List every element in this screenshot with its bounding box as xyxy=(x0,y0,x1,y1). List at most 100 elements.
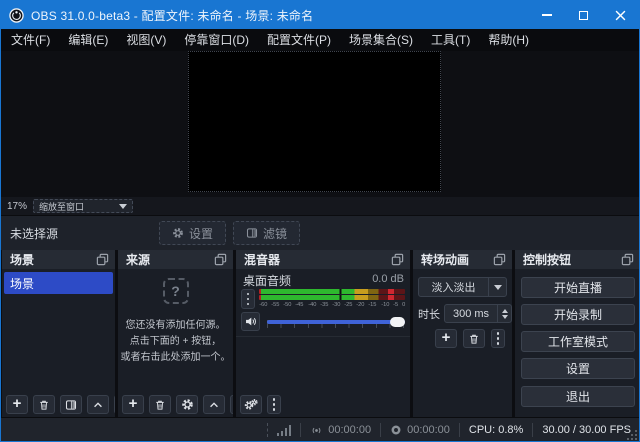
menu-item-docks[interactable]: 停靠窗口(D) xyxy=(175,29,258,51)
stream-timer: 00:00:00 xyxy=(328,424,371,436)
sources-empty-line: 或者右击此处添加一个。 xyxy=(118,350,233,366)
transitions-dock-header[interactable]: 转场动画 xyxy=(413,250,512,269)
menu-item-tools[interactable]: 工具(T) xyxy=(422,29,479,51)
resize-grip[interactable] xyxy=(627,430,637,440)
spin-up-icon[interactable] xyxy=(502,309,508,313)
zoom-mode-dropdown[interactable]: 缩放至窗口 xyxy=(33,199,133,213)
sources-toolbar: + xyxy=(118,394,233,415)
scene-list-item[interactable]: 场景 xyxy=(4,272,113,294)
plus-icon: + xyxy=(129,396,138,411)
preview-canvas[interactable] xyxy=(188,51,441,192)
duration-spinbox[interactable]: 300 ms xyxy=(444,304,512,323)
volume-slider[interactable] xyxy=(267,312,405,331)
audio-source-name: 桌面音频 xyxy=(243,272,291,289)
menu-item-scene-collection[interactable]: 场景集合(S) xyxy=(340,29,422,51)
exit-label: 退出 xyxy=(566,388,590,405)
source-properties-button[interactable]: 设置 xyxy=(159,221,226,245)
transition-properties-button[interactable] xyxy=(491,329,505,348)
add-scene-button[interactable]: + xyxy=(6,395,28,414)
menu-item-file[interactable]: 文件(F) xyxy=(2,29,59,51)
add-source-button[interactable]: + xyxy=(122,395,144,414)
maximize-button[interactable] xyxy=(565,1,602,29)
mute-button[interactable] xyxy=(241,312,260,331)
source-filters-button[interactable]: 滤镜 xyxy=(233,221,300,245)
chevron-down-icon xyxy=(119,204,127,209)
transition-select[interactable]: 淡入淡出 xyxy=(418,277,507,297)
source-properties-toolbar-button[interactable] xyxy=(176,395,198,414)
statusbar-divider xyxy=(380,423,381,437)
start-streaming-button[interactable]: 开始直播 xyxy=(521,277,635,298)
popout-icon[interactable] xyxy=(621,253,634,266)
remove-source-button[interactable] xyxy=(149,395,171,414)
sources-empty-line: 您还没有添加任何源。 xyxy=(118,318,233,334)
statusbar-divider xyxy=(459,423,460,437)
cpu-usage: CPU: 0.8% xyxy=(469,424,523,436)
fps-indicator: 30.00 / 30.00 FPS xyxy=(542,424,631,436)
gear-icon xyxy=(181,398,194,411)
chevron-up-icon xyxy=(208,399,220,411)
popout-icon[interactable] xyxy=(391,253,404,266)
kebab-menu-icon xyxy=(497,332,500,345)
window-title: OBS 31.0.0-beta3 - 配置文件: 未命名 - 场景: 未命名 xyxy=(31,7,313,24)
trash-icon xyxy=(154,399,166,411)
start-recording-label: 开始录制 xyxy=(554,306,602,323)
remove-scene-button[interactable] xyxy=(33,395,55,414)
remove-transition-button[interactable] xyxy=(463,329,485,348)
settings-label: 设置 xyxy=(566,360,590,377)
transition-selected-value: 淡入淡出 xyxy=(419,279,488,295)
connection-signal-icon xyxy=(277,425,292,436)
mixer-toolbar xyxy=(236,394,410,415)
settings-button[interactable]: 设置 xyxy=(521,358,635,379)
volume-meter-bar-right xyxy=(259,295,405,300)
volume-meter-scale: -60-55-50-45-40-35-30-25-20-15-10-50 xyxy=(259,301,405,309)
scene-transitions-dock: 转场动画 淡入淡出 时长 300 ms xyxy=(413,250,512,417)
popout-icon[interactable] xyxy=(96,253,109,266)
popout-icon[interactable] xyxy=(214,253,227,266)
menu-bar: 文件(F) 编辑(E) 视图(V) 停靠窗口(D) 配置文件(P) 场景集合(S… xyxy=(1,29,639,51)
mixer-more-button[interactable] xyxy=(267,395,281,414)
zoom-bar: 17% 缩放至窗口 xyxy=(1,197,639,215)
slider-handle[interactable] xyxy=(390,317,405,327)
scenes-dock: 场景 场景 + xyxy=(2,250,115,417)
scenes-more-button[interactable] xyxy=(114,395,115,414)
transitions-toolbar: + xyxy=(435,329,505,348)
menu-item-view[interactable]: 视图(V) xyxy=(117,29,175,51)
scene-filters-button[interactable] xyxy=(60,395,82,414)
menu-item-help[interactable]: 帮助(H) xyxy=(479,29,538,51)
start-recording-button[interactable]: 开始录制 xyxy=(521,304,635,325)
advanced-audio-button[interactable] xyxy=(240,395,262,414)
exit-button[interactable]: 退出 xyxy=(521,386,635,407)
speaker-icon xyxy=(244,315,257,328)
mixer-channel-menu-button[interactable] xyxy=(241,289,255,309)
zoom-mode-value: 缩放至窗口 xyxy=(34,200,119,213)
popout-icon[interactable] xyxy=(493,253,506,266)
sources-more-button[interactable] xyxy=(230,395,233,414)
spinbox-arrows[interactable] xyxy=(497,305,511,322)
chevron-up-icon xyxy=(92,399,104,411)
move-source-up-button[interactable] xyxy=(203,395,225,414)
studio-mode-button[interactable]: 工作室模式 xyxy=(521,331,635,352)
sources-dock: 来源 ? 您还没有添加任何源。 点击下面的 + 按钮， 或者右击此处添加一个。 … xyxy=(118,250,233,417)
plus-icon: + xyxy=(13,396,22,411)
title-bar[interactable]: OBS 31.0.0-beta3 - 配置文件: 未命名 - 场景: 未命名 xyxy=(1,1,639,29)
audio-mixer-dock: 混音器 桌面音频 0.0 dB -60-55-50-45-40-35-30-25… xyxy=(236,250,410,417)
statusbar-divider xyxy=(300,423,301,437)
controls-dock-header[interactable]: 控制按钮 xyxy=(515,250,640,269)
slider-track[interactable] xyxy=(267,320,405,324)
minimize-button[interactable] xyxy=(528,1,565,29)
sources-dock-header[interactable]: 来源 xyxy=(118,250,233,269)
move-scene-up-button[interactable] xyxy=(87,395,109,414)
menu-item-edit[interactable]: 编辑(E) xyxy=(59,29,117,51)
select-arrow-section xyxy=(488,278,506,296)
close-button[interactable] xyxy=(602,1,639,29)
spin-down-icon[interactable] xyxy=(502,315,508,319)
menu-item-profile[interactable]: 配置文件(P) xyxy=(258,29,340,51)
add-transition-button[interactable]: + xyxy=(435,329,457,348)
close-icon xyxy=(615,10,626,21)
zoom-percent: 17% xyxy=(7,201,27,212)
maximize-icon xyxy=(579,11,588,20)
scenes-dock-header[interactable]: 场景 xyxy=(2,250,115,269)
plus-icon: + xyxy=(442,330,451,345)
source-filters-label: 滤镜 xyxy=(263,225,287,242)
mixer-dock-header[interactable]: 混音器 xyxy=(236,250,410,269)
